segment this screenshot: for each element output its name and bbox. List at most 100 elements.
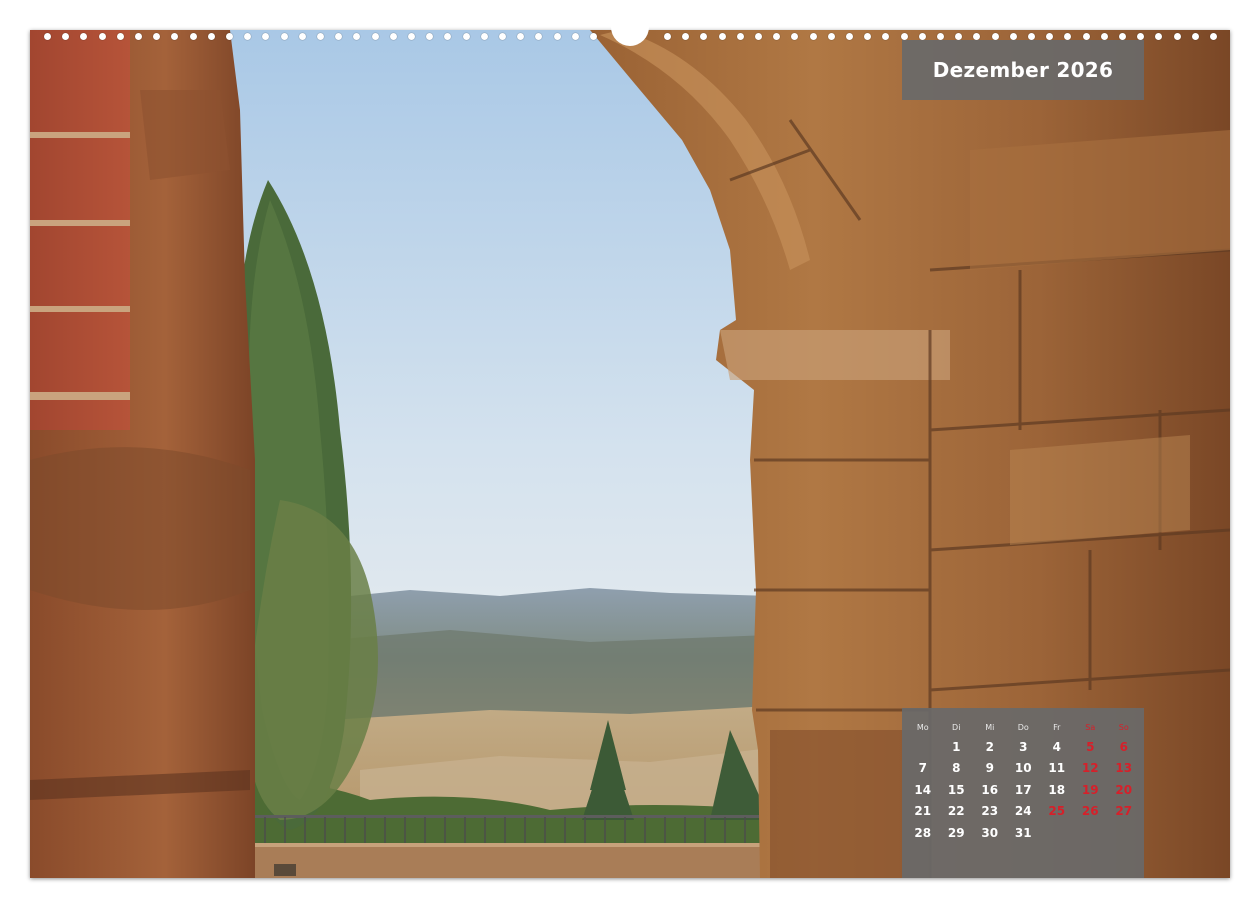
day-cell: 13 — [1115, 761, 1133, 776]
binding-hole — [116, 33, 124, 40]
day-cell: 2 — [985, 739, 994, 754]
binding-hole — [426, 33, 434, 40]
binding-hole — [153, 33, 161, 40]
binding-hole — [171, 33, 179, 40]
binding-hole — [517, 33, 525, 40]
binding-hole — [1009, 33, 1017, 40]
binding-hole — [462, 33, 470, 40]
day-cell: 3 — [1019, 739, 1028, 754]
day-cell: 18 — [1048, 782, 1066, 797]
binding-hole — [882, 33, 890, 40]
binding-hole — [846, 33, 853, 40]
day-cell — [1040, 822, 1074, 844]
day-cell — [1074, 822, 1108, 844]
binding-hole — [1082, 33, 1090, 40]
binding-hole — [736, 33, 744, 40]
day-cell: 17 — [1014, 782, 1032, 797]
day-cell: 6 — [1119, 739, 1128, 754]
binding-hole — [317, 33, 324, 40]
binding-hole — [937, 33, 944, 40]
day-cell: 4 — [1052, 739, 1061, 754]
day-cell: 25 — [1048, 804, 1066, 819]
binding-hole — [1155, 33, 1163, 40]
day-cell: 9 — [985, 761, 994, 776]
day-cell: 14 — [914, 782, 932, 797]
binding-hole — [44, 33, 51, 40]
binding-hole — [62, 33, 70, 40]
calendar-grid: Mo Di Mi Do Fr Sa So 1 2 3 4 5 6 7 8 9 10 11 12 13 14… — [906, 718, 1141, 844]
binding-hole — [389, 33, 397, 40]
weekday-label: Sa — [1085, 722, 1096, 732]
binding-hole — [700, 33, 708, 40]
week-row: 7 8 9 10 11 12 13 — [906, 758, 1141, 780]
binding-hole — [1100, 33, 1108, 40]
binding-hole — [1119, 33, 1126, 40]
month-title-panel: Dezember 2026 — [902, 40, 1144, 100]
day-cell: 27 — [1115, 804, 1133, 819]
binding-hole — [590, 33, 597, 40]
binding-hole — [773, 33, 781, 40]
day-cell — [1107, 822, 1141, 844]
day-cell: 16 — [981, 782, 999, 797]
binding-hole — [98, 33, 106, 40]
day-cell: 28 — [914, 825, 932, 840]
day-cell: 7 — [918, 761, 927, 776]
binding-hole — [280, 33, 288, 40]
binding-hole — [755, 33, 762, 40]
day-cell: 31 — [1014, 825, 1032, 840]
binding-hole — [1028, 33, 1035, 40]
binding-hole — [189, 33, 197, 40]
weekday-header-row: Mo Di Mi Do Fr Sa So — [906, 718, 1141, 736]
binding-hole — [991, 33, 999, 40]
binding-hole — [444, 33, 452, 40]
binding-hole — [262, 33, 270, 40]
calendar-grid-panel: Mo Di Mi Do Fr Sa So 1 2 3 4 5 6 7 8 9 10 11 12 13 14… — [902, 708, 1144, 878]
binding-hole — [353, 33, 361, 40]
binding-hole — [371, 33, 379, 40]
weekday-label: So — [1118, 722, 1129, 732]
day-cell: 19 — [1081, 782, 1099, 797]
binding-hole — [918, 33, 926, 40]
day-cell: 8 — [952, 761, 961, 776]
binding-hole — [1046, 33, 1054, 40]
day-cell: 29 — [947, 825, 965, 840]
day-cell: 15 — [947, 782, 965, 797]
day-cell: 20 — [1115, 782, 1133, 797]
weekday-label: Fr — [1053, 722, 1061, 732]
day-cell: 10 — [1014, 761, 1032, 776]
binding-hole — [791, 33, 799, 40]
week-row: 28 29 30 31 — [906, 822, 1141, 844]
day-cell: 26 — [1081, 804, 1099, 819]
binding-hole — [408, 33, 415, 40]
binding-hole — [571, 33, 579, 40]
binding-hole — [973, 33, 981, 40]
binding-hole — [244, 33, 252, 40]
binding-hole — [226, 33, 233, 40]
day-cell: 1 — [952, 739, 961, 754]
binding-hole — [1137, 33, 1145, 40]
binding-hole — [664, 33, 671, 40]
binding-hole — [298, 33, 306, 40]
binding-hole — [682, 33, 690, 40]
weekday-label: Mo — [916, 722, 929, 732]
binding-hole — [535, 33, 543, 40]
weekday-label: Mi — [985, 722, 995, 732]
binding-hole — [480, 33, 488, 40]
binding-hole — [718, 33, 726, 40]
binding-hole — [207, 33, 215, 40]
binding-hole — [900, 33, 908, 40]
binding-hole — [827, 33, 835, 40]
binding-hole — [1064, 33, 1072, 40]
binding-hole — [1173, 33, 1181, 40]
binding-hole — [335, 33, 343, 40]
binding-hole — [80, 33, 88, 40]
binding-hole — [955, 33, 963, 40]
day-cell: 21 — [914, 804, 932, 819]
binding-hole — [864, 33, 872, 40]
week-row: 1 2 3 4 5 6 — [906, 736, 1141, 758]
binding-hole — [1210, 33, 1217, 40]
day-cell: 24 — [1014, 804, 1032, 819]
day-cell: 23 — [981, 804, 999, 819]
binding-hole — [135, 33, 142, 40]
day-cell: 5 — [1086, 739, 1095, 754]
